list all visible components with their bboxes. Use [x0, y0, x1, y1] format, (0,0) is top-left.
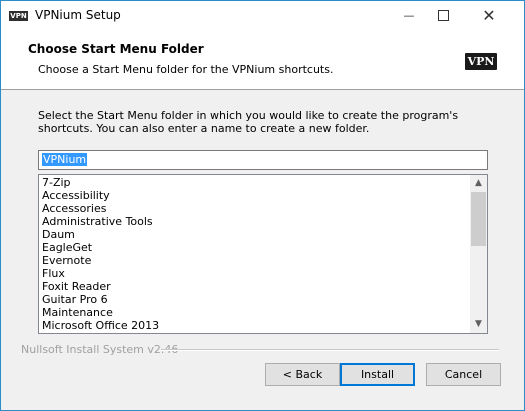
list-item[interactable]: Microsoft Office 2013 [42, 319, 159, 332]
list-item[interactable]: Foxit Reader [42, 280, 111, 293]
list-item[interactable]: Maintenance [42, 306, 113, 319]
list-item[interactable]: Flux [42, 267, 65, 280]
title-bar[interactable]: VPN VPNium Setup — ✕ [1, 1, 524, 31]
start-menu-folder-input[interactable]: VPNium [38, 150, 488, 170]
close-button[interactable]: ✕ [466, 1, 512, 31]
footer-divider [161, 349, 499, 351]
scroll-up-icon[interactable]: ▲ [470, 175, 487, 192]
cancel-button[interactable]: Cancel [426, 363, 501, 386]
list-item[interactable]: Evernote [42, 254, 91, 267]
maximize-icon [437, 10, 449, 21]
instructions-text: Select the Start Menu folder in which yo… [38, 109, 459, 135]
window-title: VPNium Setup [35, 8, 121, 22]
page-subtitle: Choose a Start Menu folder for the VPNiu… [38, 63, 334, 76]
list-item[interactable]: 7-Zip [42, 176, 71, 189]
list-item[interactable]: Daum [42, 228, 75, 241]
page-header: Choose Start Menu Folder Choose a Start … [1, 31, 524, 90]
scroll-thumb[interactable] [471, 192, 486, 246]
setup-window: VPN VPNium Setup — ✕ Choose Start Menu F… [0, 0, 525, 411]
list-item[interactable]: EagleGet [42, 241, 92, 254]
page-title: Choose Start Menu Folder [28, 42, 204, 56]
list-item[interactable]: Guitar Pro 6 [42, 293, 108, 306]
nsis-brand-label: Nullsoft Install System v2.46 [21, 343, 179, 356]
list-item[interactable]: Accessibility [42, 189, 110, 202]
back-button[interactable]: < Back [265, 363, 340, 386]
start-menu-folder-list[interactable]: 7-Zip Accessibility Accessories Administ… [38, 174, 488, 334]
folder-input-value: VPNium [42, 153, 88, 166]
maximize-button[interactable] [420, 1, 466, 31]
list-item[interactable]: Accessories [42, 202, 106, 215]
vpn-logo-icon: VPN [465, 53, 497, 70]
scroll-down-icon[interactable]: ▼ [470, 316, 487, 333]
list-scrollbar[interactable]: ▲ ▼ [470, 175, 487, 333]
install-button[interactable]: Install [340, 363, 415, 386]
list-item[interactable]: Administrative Tools [42, 215, 153, 228]
vpn-app-icon: VPN [9, 11, 28, 21]
